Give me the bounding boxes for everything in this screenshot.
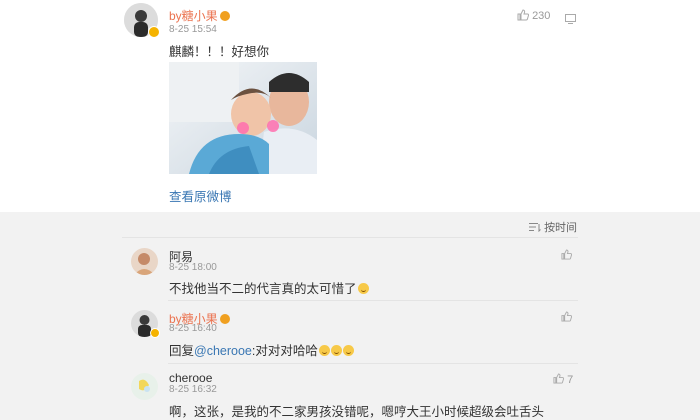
thumbs-up-icon <box>561 249 573 260</box>
comment-text: 啊，这张，是我的不二家男孩没错呢，嗯哼大王小时候超级会吐舌头 <box>169 405 545 419</box>
post-time: 8-25 15:54 <box>169 24 217 35</box>
comment-text: 回复@cherooe:对对对哈哈 <box>169 340 354 359</box>
medal-icon <box>219 314 230 324</box>
thumbs-up-icon <box>561 311 573 322</box>
divider <box>168 300 578 301</box>
sort-by-time-button[interactable]: 按时间 <box>529 219 577 235</box>
post-like-count: 230 <box>532 10 551 22</box>
menu-icon[interactable] <box>565 11 576 29</box>
comment-text: 不找他当不二的代言真的太可惜了 <box>169 278 369 297</box>
verified-badge-icon <box>150 328 160 338</box>
divider <box>168 363 578 364</box>
comment-time: 8-25 18:00 <box>169 262 217 273</box>
comment-username[interactable]: cherooe <box>169 371 212 385</box>
thumbs-up-icon <box>517 9 530 21</box>
view-original-link[interactable]: 查看原微博 <box>169 186 232 205</box>
post-photo-image <box>169 62 317 174</box>
post-card: by糖小果 8-25 15:54 230 麒麟！！！好想你 查看原微博 <box>0 0 700 212</box>
comment-like-button[interactable] <box>561 249 573 263</box>
post-photo[interactable] <box>169 62 317 174</box>
sort-label: 按时间 <box>544 222 578 234</box>
medal-icon <box>219 11 230 21</box>
comment-like-button[interactable] <box>561 311 573 325</box>
comment-like-count: 7 <box>567 374 574 386</box>
laugh-emoji-icon <box>330 345 342 356</box>
post-username[interactable]: by糖小果 <box>169 7 230 24</box>
laugh-emoji-icon <box>318 345 330 356</box>
thumbs-up-icon <box>553 373 565 384</box>
verified-badge-icon <box>148 26 160 38</box>
laugh-emoji-icon <box>357 283 369 294</box>
divider <box>122 237 578 238</box>
post-like-button[interactable]: 230 <box>517 9 550 22</box>
comment-avatar[interactable] <box>131 373 158 400</box>
sort-icon <box>529 223 541 233</box>
comment-avatar[interactable] <box>131 248 158 275</box>
mention-link[interactable]: @cherooe <box>194 344 252 358</box>
comment-time: 8-25 16:32 <box>169 384 217 395</box>
post-text: 麒麟！！！好想你 <box>169 45 270 59</box>
comment-time: 8-25 16:40 <box>169 323 217 334</box>
comment-like-button[interactable]: 7 <box>553 373 573 386</box>
laugh-emoji-icon <box>342 345 354 356</box>
